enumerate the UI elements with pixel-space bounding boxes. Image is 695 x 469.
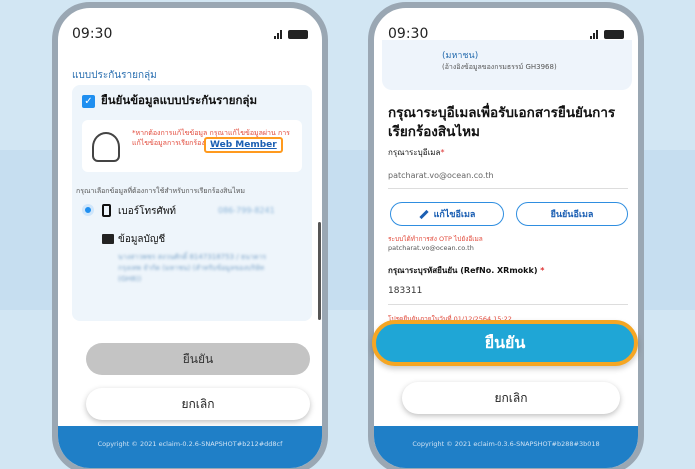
web-member-link[interactable]: Web Member (204, 137, 283, 153)
verify-email-label: ยืนยันอีเมล (550, 210, 594, 220)
policy-company-suffix: (มหาชน) (442, 51, 479, 61)
phone-value: 086-799-8241 (218, 206, 275, 215)
verify-email-button[interactable]: ยืนยันอีเมล (516, 202, 628, 226)
ref-code-field[interactable]: 183311 (388, 286, 422, 296)
cancel-button[interactable]: ยกเลิก (402, 382, 620, 414)
support-agent-icon (92, 132, 120, 162)
screen-group-insurance: 09:30 แบบประกันรายกลุ่ม ✓ ยืนยันข้อมูลแบ… (58, 8, 322, 468)
footer-copyright: Copyright © 2021 eclaim-0.2.6-SNAPSHOT#b… (58, 426, 322, 468)
choose-data-text: กรุณาเลือกข้อมูลที่ต้องการใช้สำหรับการเร… (76, 187, 245, 195)
edit-email-label: แก้ไขอีเมล (433, 210, 476, 220)
email-field[interactable]: patcharat.vo@ocean.co.th (388, 171, 494, 180)
pencil-icon (418, 209, 429, 219)
confirm-button-disabled[interactable]: ยืนยัน (86, 343, 310, 375)
checkbox-label: ยืนยันข้อมูลแบบประกันรายกลุ่ม (101, 93, 258, 107)
phone-frame-right: 09:30 (มหาชน) (อ้างอิงข้อมูลของกรมธรรม์ … (368, 2, 644, 469)
system-icons (590, 29, 624, 39)
policy-reference: (อ้างอิงข้อมูลของกรมธรรม์ GH3968) (442, 63, 557, 71)
email-label: กรุณาระบุอีเมล* (388, 146, 444, 159)
system-icons (274, 29, 308, 39)
account-info: นางสาวพชร สงวนศักดิ์ 8147318753 / ธนาคาร… (118, 253, 267, 283)
mobile-phone-icon (102, 204, 111, 217)
edit-email-button[interactable]: แก้ไขอีเมล (390, 202, 504, 226)
phone-label: เบอร์โทรศัพท์ (118, 206, 177, 217)
section-title: แบบประกันรายกลุ่ม (72, 70, 157, 81)
status-bar: 09:30 (58, 8, 322, 46)
footer-copyright: Copyright © 2021 eclaim-0.3.6-SNAPSHOT#b… (374, 426, 638, 468)
account-label: ข้อมูลบัญชี (118, 234, 166, 245)
divider (388, 304, 628, 305)
signal-icon (590, 29, 598, 39)
required-mark: * (540, 266, 545, 275)
phone-frame-left: 09:30 แบบประกันรายกลุ่ม ✓ ยืนยันข้อมูลแบ… (52, 2, 328, 469)
battery-icon (288, 29, 308, 39)
required-mark: * (440, 148, 445, 157)
checkbox-checked-icon[interactable]: ✓ (82, 94, 95, 108)
otp-email: patcharat.vo@ocean.co.th (388, 244, 474, 252)
notice-box: *หากต้องการแก้ไขข้อมูล กรุณาแก้ไขข้อมูลผ… (82, 120, 302, 172)
ref-code-label-text: กรุณาระบุรหัสยืนยัน (RefNo. XRmokk) (388, 266, 538, 275)
phone-radio[interactable] (82, 204, 94, 216)
email-section-title: กรุณาระบุอีเมลเพื่อรับเอกสารยืนยันการเรี… (388, 105, 616, 140)
ref-code-label: กรุณาระบุรหัสยืนยัน (RefNo. XRmokk) * (388, 264, 544, 277)
divider (388, 188, 628, 189)
confirm-group-insurance-row[interactable]: ✓ ยืนยันข้อมูลแบบประกันรายกลุ่ม (72, 85, 312, 117)
email-label-text: กรุณาระบุอีเมล (388, 148, 441, 157)
confirm-button[interactable]: ยืนยัน (372, 320, 638, 366)
screen-email-confirm: 09:30 (มหาชน) (อ้างอิงข้อมูลของกรมธรรม์ … (374, 8, 638, 468)
status-time: 09:30 (72, 26, 113, 42)
policy-info-card: (มหาชน) (อ้างอิงข้อมูลของกรมธรรม์ GH3968… (382, 40, 632, 90)
bank-account-icon (102, 234, 114, 244)
scrollbar[interactable] (318, 222, 321, 320)
signal-icon (274, 29, 282, 39)
otp-sent-note: ระบบได้ทำการส่ง OTP ไปยังอีเมล (388, 235, 483, 243)
battery-icon (604, 29, 624, 39)
cancel-button[interactable]: ยกเลิก (86, 388, 310, 420)
